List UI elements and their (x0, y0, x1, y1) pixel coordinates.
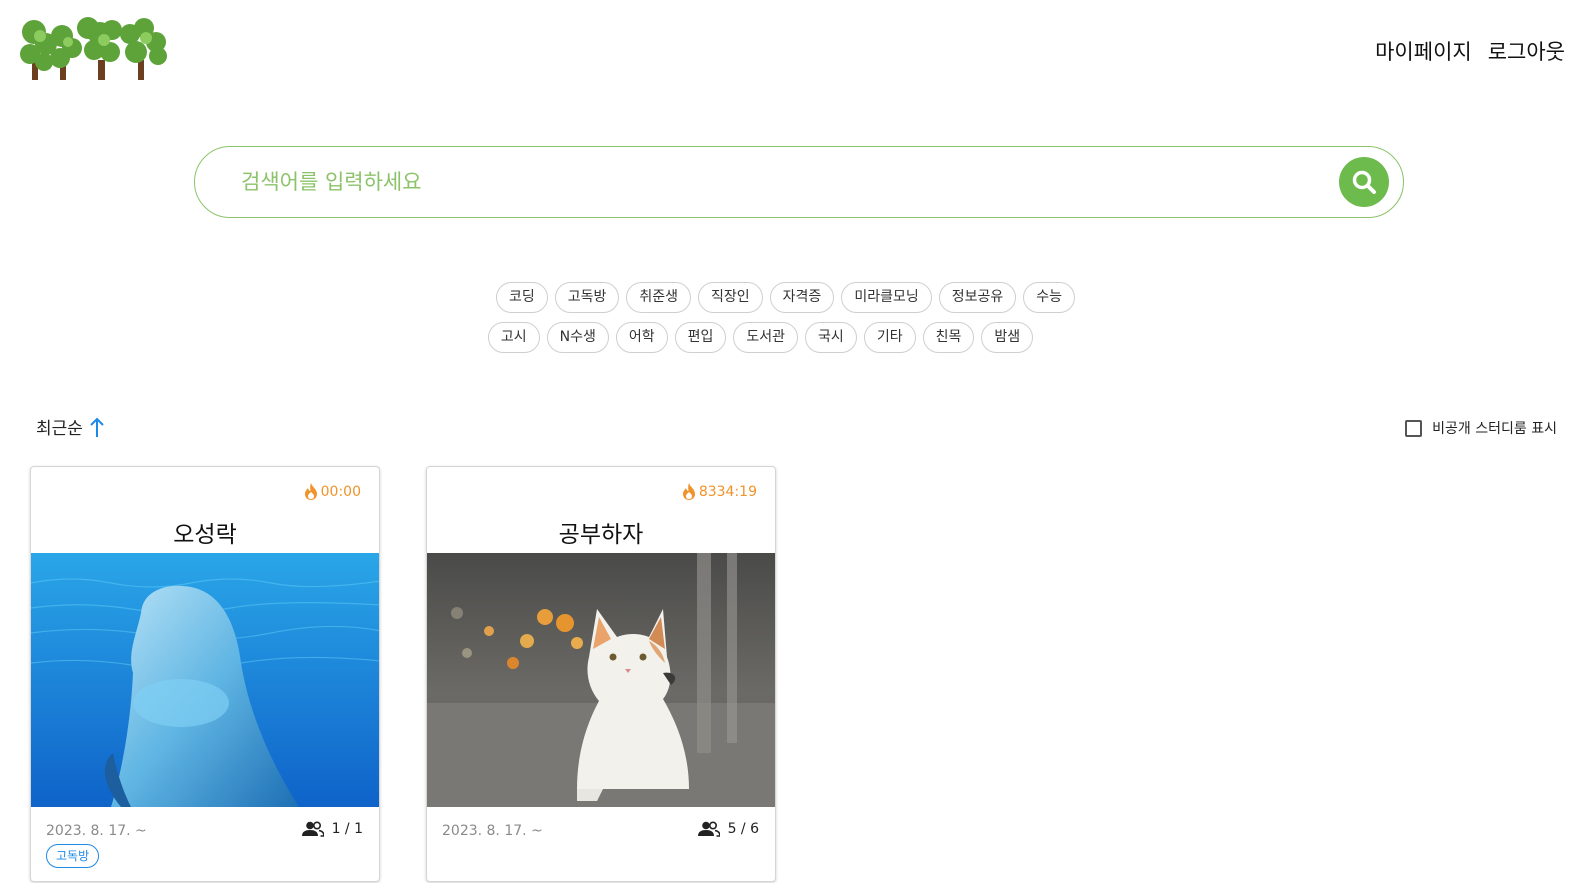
tag-chip[interactable]: 고독방 (554, 282, 620, 313)
private-filter: 비공개 스터디룸 표시 (1405, 418, 1557, 438)
card-title: 오성락 (173, 522, 237, 548)
card-title: 공부하자 (558, 522, 644, 548)
start-date: 2023. 8. 17. ~ (442, 823, 543, 839)
search-input[interactable] (241, 165, 1291, 199)
search-bar (194, 146, 1404, 218)
start-date: 2023. 8. 17. ~ (46, 823, 147, 839)
card-tag-badge: 고독방 (46, 844, 100, 868)
cat-image (427, 553, 775, 807)
private-checkbox[interactable] (1405, 419, 1423, 437)
tag-chip[interactable]: 편입 (674, 322, 727, 353)
tag-chip[interactable]: 어학 (615, 322, 668, 353)
timer-value: 00:00 (320, 483, 361, 500)
tag-chip[interactable]: 정보공유 (938, 282, 1017, 313)
fire-icon (682, 483, 695, 500)
member-count: 5 / 6 (697, 821, 759, 837)
tag-chip[interactable]: 취준생 (626, 282, 692, 313)
sort-toggle[interactable]: 최근순 (36, 414, 105, 439)
fire-icon (304, 483, 317, 500)
search-button[interactable] (1339, 157, 1389, 207)
tag-chip[interactable]: 직장인 (698, 282, 763, 313)
tag-chip[interactable]: 코딩 (495, 282, 548, 313)
tag-row-1: 코딩 고독방 취준생 직장인 자격증 미라클모닝 정보공유 수능 (0, 282, 1595, 313)
tag-chip[interactable]: 도서관 (733, 322, 799, 353)
top-nav: 마이페이지 로그아웃 (1375, 36, 1565, 66)
study-room-card[interactable]: 00:00 오성락 2023. 8. 17. ~ 1 / 1 고독방 (30, 466, 380, 882)
sort-label: 최근순 (36, 419, 83, 439)
tag-chip[interactable]: 고시 (487, 322, 540, 353)
tag-chip[interactable]: 미라클모닝 (841, 282, 932, 313)
sswm-logo[interactable] (20, 14, 170, 84)
search-icon (1352, 170, 1376, 194)
tag-chip[interactable]: 국시 (805, 322, 857, 353)
tag-chip[interactable]: 자격증 (769, 282, 835, 313)
people-icon (697, 821, 720, 837)
tag-chip[interactable]: 기타 (863, 322, 916, 353)
tag-chip[interactable]: 수능 (1023, 282, 1076, 313)
people-icon (301, 821, 324, 837)
tag-chip[interactable]: N수생 (546, 322, 609, 353)
study-timer: 00:00 (304, 483, 361, 500)
member-count: 1 / 1 (301, 821, 363, 837)
tag-row-2: 고시 N수생 어학 편입 도서관 국시 기타 친목 밤샘 (0, 322, 1595, 353)
mypage-link[interactable]: 마이페이지 (1375, 36, 1472, 66)
arrow-up-icon (90, 417, 104, 437)
study-timer: 8334:19 (682, 483, 757, 500)
private-filter-label: 비공개 스터디룸 표시 (1432, 421, 1557, 437)
tag-chip[interactable]: 친목 (922, 322, 975, 353)
tag-chip[interactable]: 밤샘 (981, 322, 1034, 353)
timer-value: 8334:19 (698, 483, 757, 500)
study-room-card[interactable]: 8334:19 공부하자 2023. 8. 17. ~ 5 / 6 (426, 466, 776, 882)
dolphin-image (31, 553, 379, 807)
logout-link[interactable]: 로그아웃 (1488, 36, 1565, 66)
member-count-value: 1 / 1 (331, 821, 363, 837)
member-count-value: 5 / 6 (727, 821, 759, 837)
